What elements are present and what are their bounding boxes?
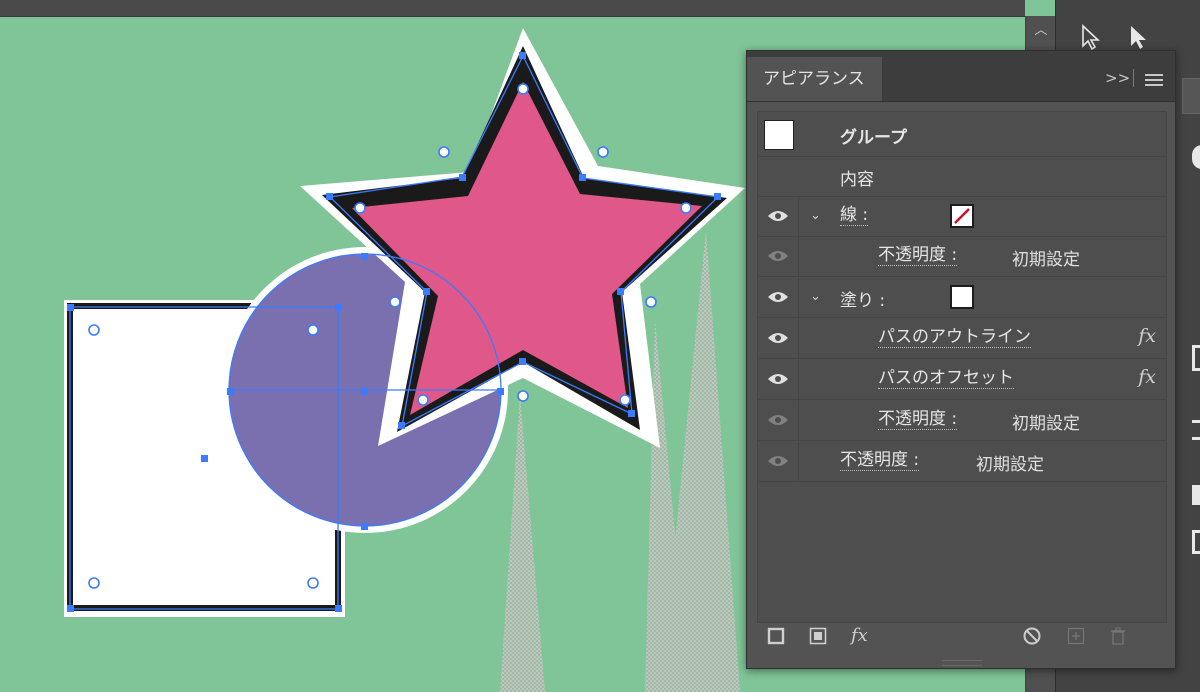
fill-swatch[interactable] bbox=[950, 285, 974, 309]
stroke-swatch[interactable] bbox=[950, 204, 974, 228]
eye-icon[interactable] bbox=[767, 290, 789, 304]
tool-slot[interactable] bbox=[1192, 345, 1200, 371]
appearance-panel: アピアランス >> グループ 内容 ⌄ 線 : 不透明度: 初期設定 ⌄ 塗り… bbox=[746, 50, 1176, 669]
contents-label: 内容 bbox=[840, 170, 874, 190]
add-effect-icon[interactable]: fx bbox=[851, 625, 868, 646]
document-tab-bar bbox=[0, 0, 1025, 17]
tab-appearance[interactable]: アピアランス bbox=[747, 57, 883, 101]
effect-label[interactable]: パスのオフセット bbox=[878, 368, 1014, 389]
stroke-label[interactable]: 線 : bbox=[840, 205, 869, 226]
eye-icon[interactable] bbox=[767, 249, 789, 263]
new-stroke-icon[interactable] bbox=[767, 627, 785, 645]
fx-icon: fx bbox=[1138, 366, 1156, 388]
visibility-toggle[interactable] bbox=[758, 360, 799, 399]
stroke-row[interactable]: ⌄ 線 : bbox=[758, 197, 1166, 237]
eye-icon[interactable] bbox=[767, 209, 789, 223]
header-divider bbox=[1133, 69, 1134, 87]
visibility-toggle[interactable] bbox=[758, 319, 799, 358]
fill-label[interactable]: 塗り : bbox=[840, 286, 885, 311]
chevron-down-icon[interactable]: ⌄ bbox=[810, 289, 821, 304]
tool-slot[interactable] bbox=[1182, 78, 1200, 114]
opacity-label[interactable]: 不透明度 : bbox=[878, 409, 958, 430]
tool-slot[interactable] bbox=[1192, 485, 1200, 505]
new-fill-icon[interactable] bbox=[809, 627, 827, 645]
chevron-down-icon[interactable]: ⌄ bbox=[810, 208, 821, 223]
effect-label[interactable]: パスのアウトライン bbox=[878, 327, 1031, 348]
stroke-opacity-row[interactable]: 不透明度 : 初期設定 bbox=[758, 237, 1166, 277]
clear-appearance-icon[interactable] bbox=[1023, 627, 1041, 645]
selection-tool-icon[interactable] bbox=[1080, 24, 1102, 50]
offset-spike-left bbox=[500, 395, 545, 692]
offset-path-effect-row[interactable]: パスのオフセット fx bbox=[758, 360, 1166, 400]
contents-row[interactable]: 内容 bbox=[758, 157, 1166, 197]
tool-slot[interactable] bbox=[1192, 420, 1200, 440]
direct-selection-tool-icon[interactable] bbox=[1128, 24, 1150, 50]
visibility-toggle[interactable] bbox=[758, 197, 799, 236]
opacity-value: 初期設定 bbox=[976, 455, 1044, 475]
eye-icon[interactable] bbox=[767, 454, 789, 468]
object-thumbnail bbox=[764, 120, 794, 150]
collapse-panel-icon[interactable]: >> bbox=[1105, 69, 1130, 87]
fill-row[interactable]: ⌄ 塗り : bbox=[758, 278, 1166, 318]
object-label: グループ bbox=[840, 128, 907, 148]
visibility-toggle[interactable] bbox=[758, 278, 799, 317]
panel-header: アピアランス >> bbox=[747, 51, 1175, 102]
menu-icon[interactable] bbox=[1145, 73, 1163, 87]
scroll-up-icon[interactable]: ︿ bbox=[1026, 16, 1056, 44]
offset-spike-right bbox=[660, 230, 740, 692]
delete-icon[interactable] bbox=[1109, 627, 1127, 645]
eye-icon[interactable] bbox=[767, 331, 789, 345]
opacity-value: 初期設定 bbox=[1012, 250, 1080, 270]
visibility-toggle[interactable] bbox=[758, 442, 799, 481]
fx-icon: fx bbox=[1138, 325, 1156, 347]
outline-path-effect-row[interactable]: パスのアウトライン fx bbox=[758, 319, 1166, 359]
opacity-label[interactable]: 不透明度 : bbox=[840, 450, 920, 471]
visibility-toggle[interactable] bbox=[758, 237, 799, 276]
duplicate-item-icon[interactable] bbox=[1067, 627, 1085, 645]
opacity-value: 初期設定 bbox=[1012, 414, 1080, 434]
resize-grip[interactable] bbox=[942, 660, 982, 666]
object-opacity-row[interactable]: 不透明度 : 初期設定 bbox=[758, 442, 1166, 482]
tool-slot[interactable] bbox=[1192, 530, 1200, 554]
appearance-list: グループ 内容 ⌄ 線 : 不透明度 : 初期設定 ⌄ 塗り: パスのアウトラ… bbox=[757, 111, 1167, 623]
opacity-label[interactable]: 不透明度 : bbox=[878, 245, 958, 266]
tool-slot[interactable] bbox=[1192, 145, 1200, 169]
eye-icon[interactable] bbox=[767, 372, 789, 386]
object-row[interactable]: グループ bbox=[758, 112, 1166, 157]
eye-icon[interactable] bbox=[767, 413, 789, 427]
visibility-toggle[interactable] bbox=[758, 401, 799, 440]
fill-opacity-row[interactable]: 不透明度 : 初期設定 bbox=[758, 401, 1166, 441]
